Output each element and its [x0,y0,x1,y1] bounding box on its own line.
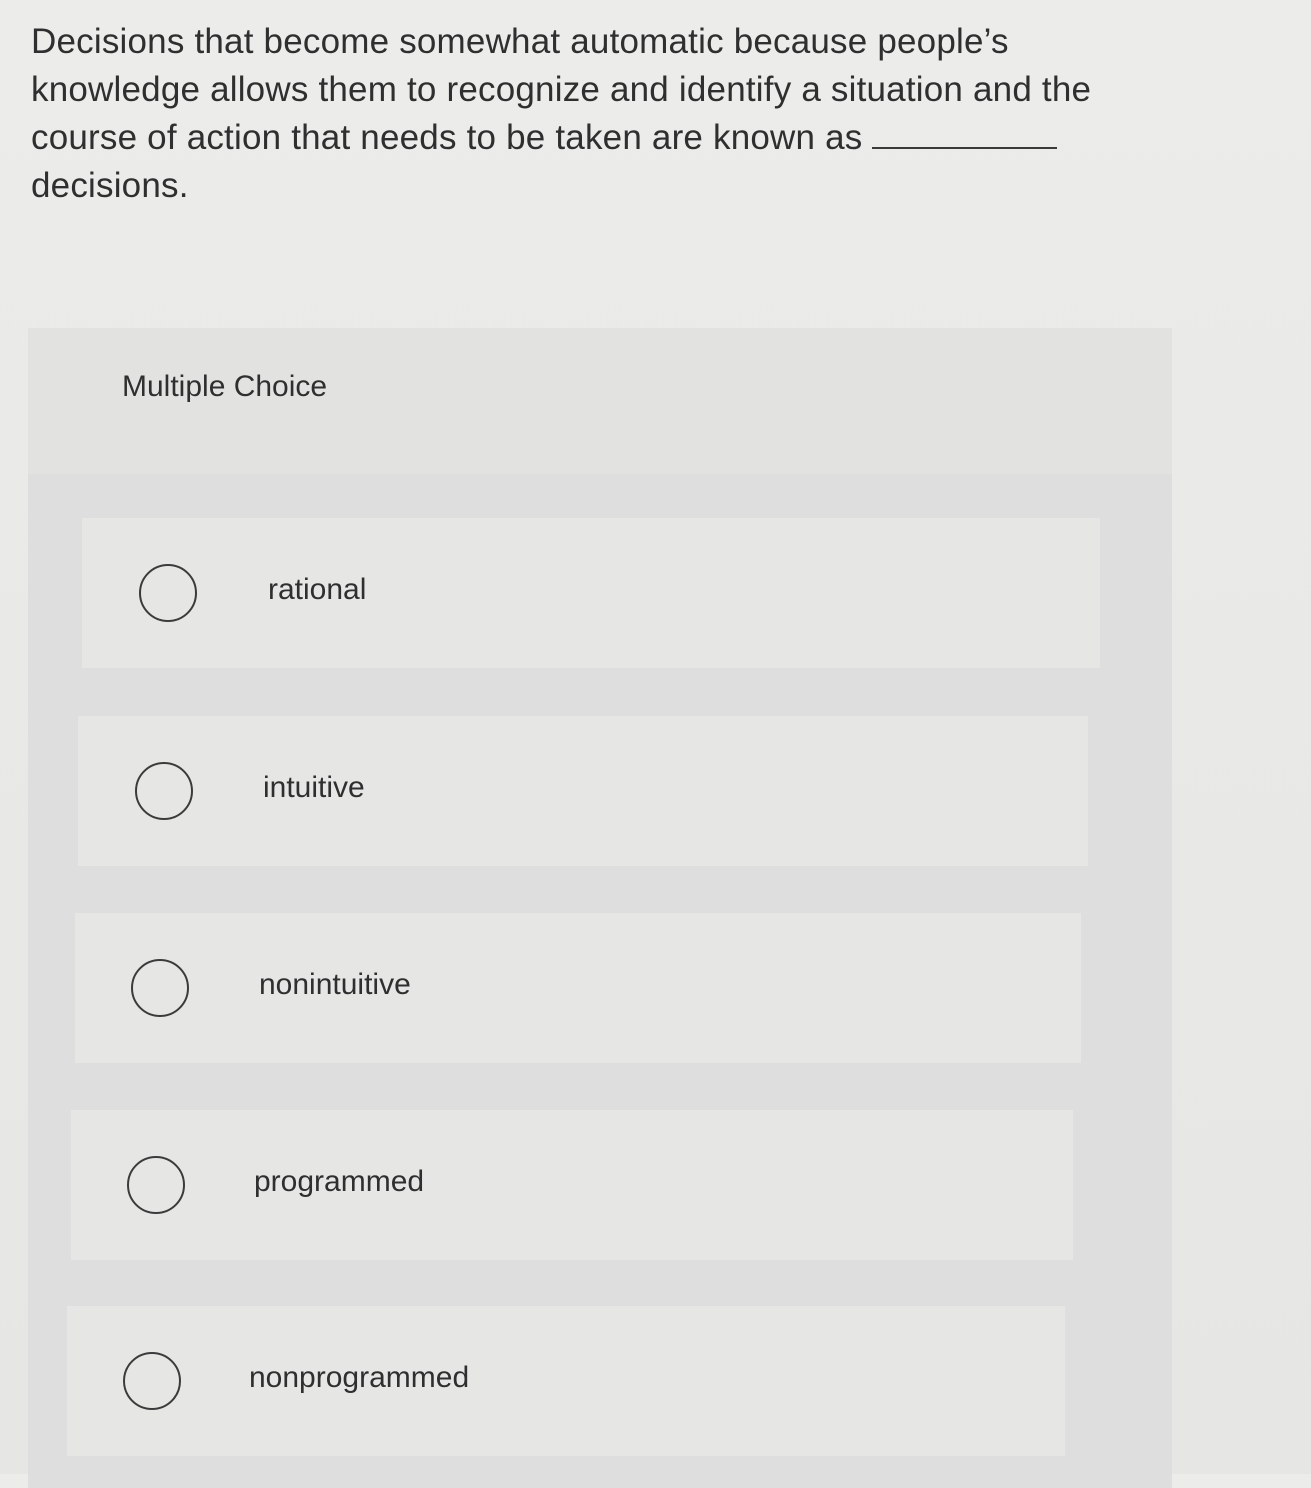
option-label: nonprogrammed [249,1361,470,1394]
option-label: intuitive [263,771,365,804]
radio-button-icon[interactable] [127,1156,185,1214]
option-label: programmed [254,1165,425,1198]
question-text-after-blank: decisions. [31,166,189,205]
option-label: nonintuitive [259,968,411,1001]
radio-button-icon[interactable] [139,564,197,622]
option-nonprogrammed[interactable]: nonprogrammed [67,1306,1065,1456]
multiple-choice-title: Multiple Choice [122,370,328,403]
question-text: Decisions that become somewhat automatic… [31,18,1121,210]
option-intuitive[interactable]: intuitive [78,716,1088,866]
multiple-choice-header: Multiple Choice [28,328,1172,474]
radio-button-icon[interactable] [131,959,189,1017]
radio-button-icon[interactable] [123,1352,181,1410]
answer-blank [872,117,1058,149]
radio-button-icon[interactable] [135,762,193,820]
multiple-choice-panel: Multiple Choice rational intuitive nonin… [28,328,1172,1488]
option-nonintuitive[interactable]: nonintuitive [75,913,1081,1063]
option-label: rational [268,573,367,606]
option-programmed[interactable]: programmed [71,1110,1073,1260]
option-rational[interactable]: rational [82,518,1100,668]
